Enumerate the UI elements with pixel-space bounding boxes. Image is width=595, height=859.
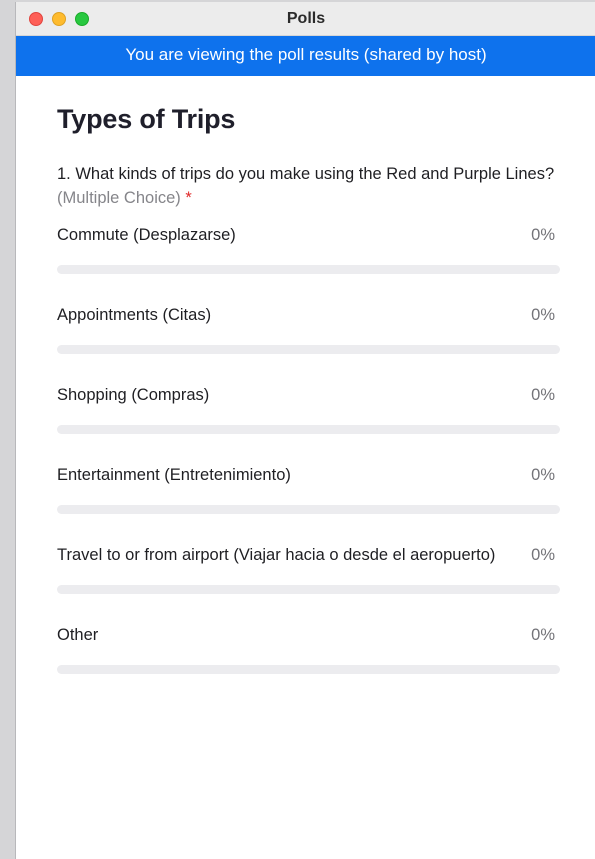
option-label: Travel to or from airport (Viajar hacia … [57,546,496,564]
poll-option: Shopping (Compras) 0% [57,383,560,434]
option-label: Commute (Desplazarse) [57,226,236,244]
result-bar [57,265,560,274]
result-bar [57,425,560,434]
poll-title: Types of Trips [57,104,236,134]
option-percent: 0% [531,226,555,244]
window-title: Polls [286,10,326,27]
poll-content: Types of Trips 1. What kinds of trips do… [16,104,595,674]
poll-option: Appointments (Citas) 0% [57,303,560,354]
question-label: 1. What kinds of trips do you make using… [57,165,555,183]
option-percent: 0% [531,466,555,484]
result-bar [57,505,560,514]
poll-option: Commute (Desplazarse) 0% [57,223,560,274]
poll-options: Commute (Desplazarse) 0% Appointments (C… [57,223,560,674]
result-bar [57,345,560,354]
result-bar [57,585,560,594]
option-percent: 0% [531,306,555,324]
option-label: Shopping (Compras) [57,386,210,404]
option-percent: 0% [531,626,555,644]
result-bar [57,665,560,674]
polls-window: Polls You are viewing the poll results (… [15,2,595,859]
option-label: Other [57,626,99,644]
required-marker: * [185,189,192,207]
question-text: 1. What kinds of trips do you make using… [57,162,560,210]
option-label: Entertainment (Entretenimiento) [57,466,291,484]
option-percent: 0% [531,386,555,404]
title-bar: Polls [16,2,595,36]
option-percent: 0% [531,546,555,564]
poll-option: Entertainment (Entretenimiento) 0% [57,463,560,514]
results-banner: You are viewing the poll results (shared… [16,36,595,76]
poll-option: Other 0% [57,623,560,674]
poll-option: Travel to or from airport (Viajar hacia … [57,543,560,594]
option-label: Appointments (Citas) [57,306,212,324]
question-type: (Multiple Choice) [57,189,181,207]
